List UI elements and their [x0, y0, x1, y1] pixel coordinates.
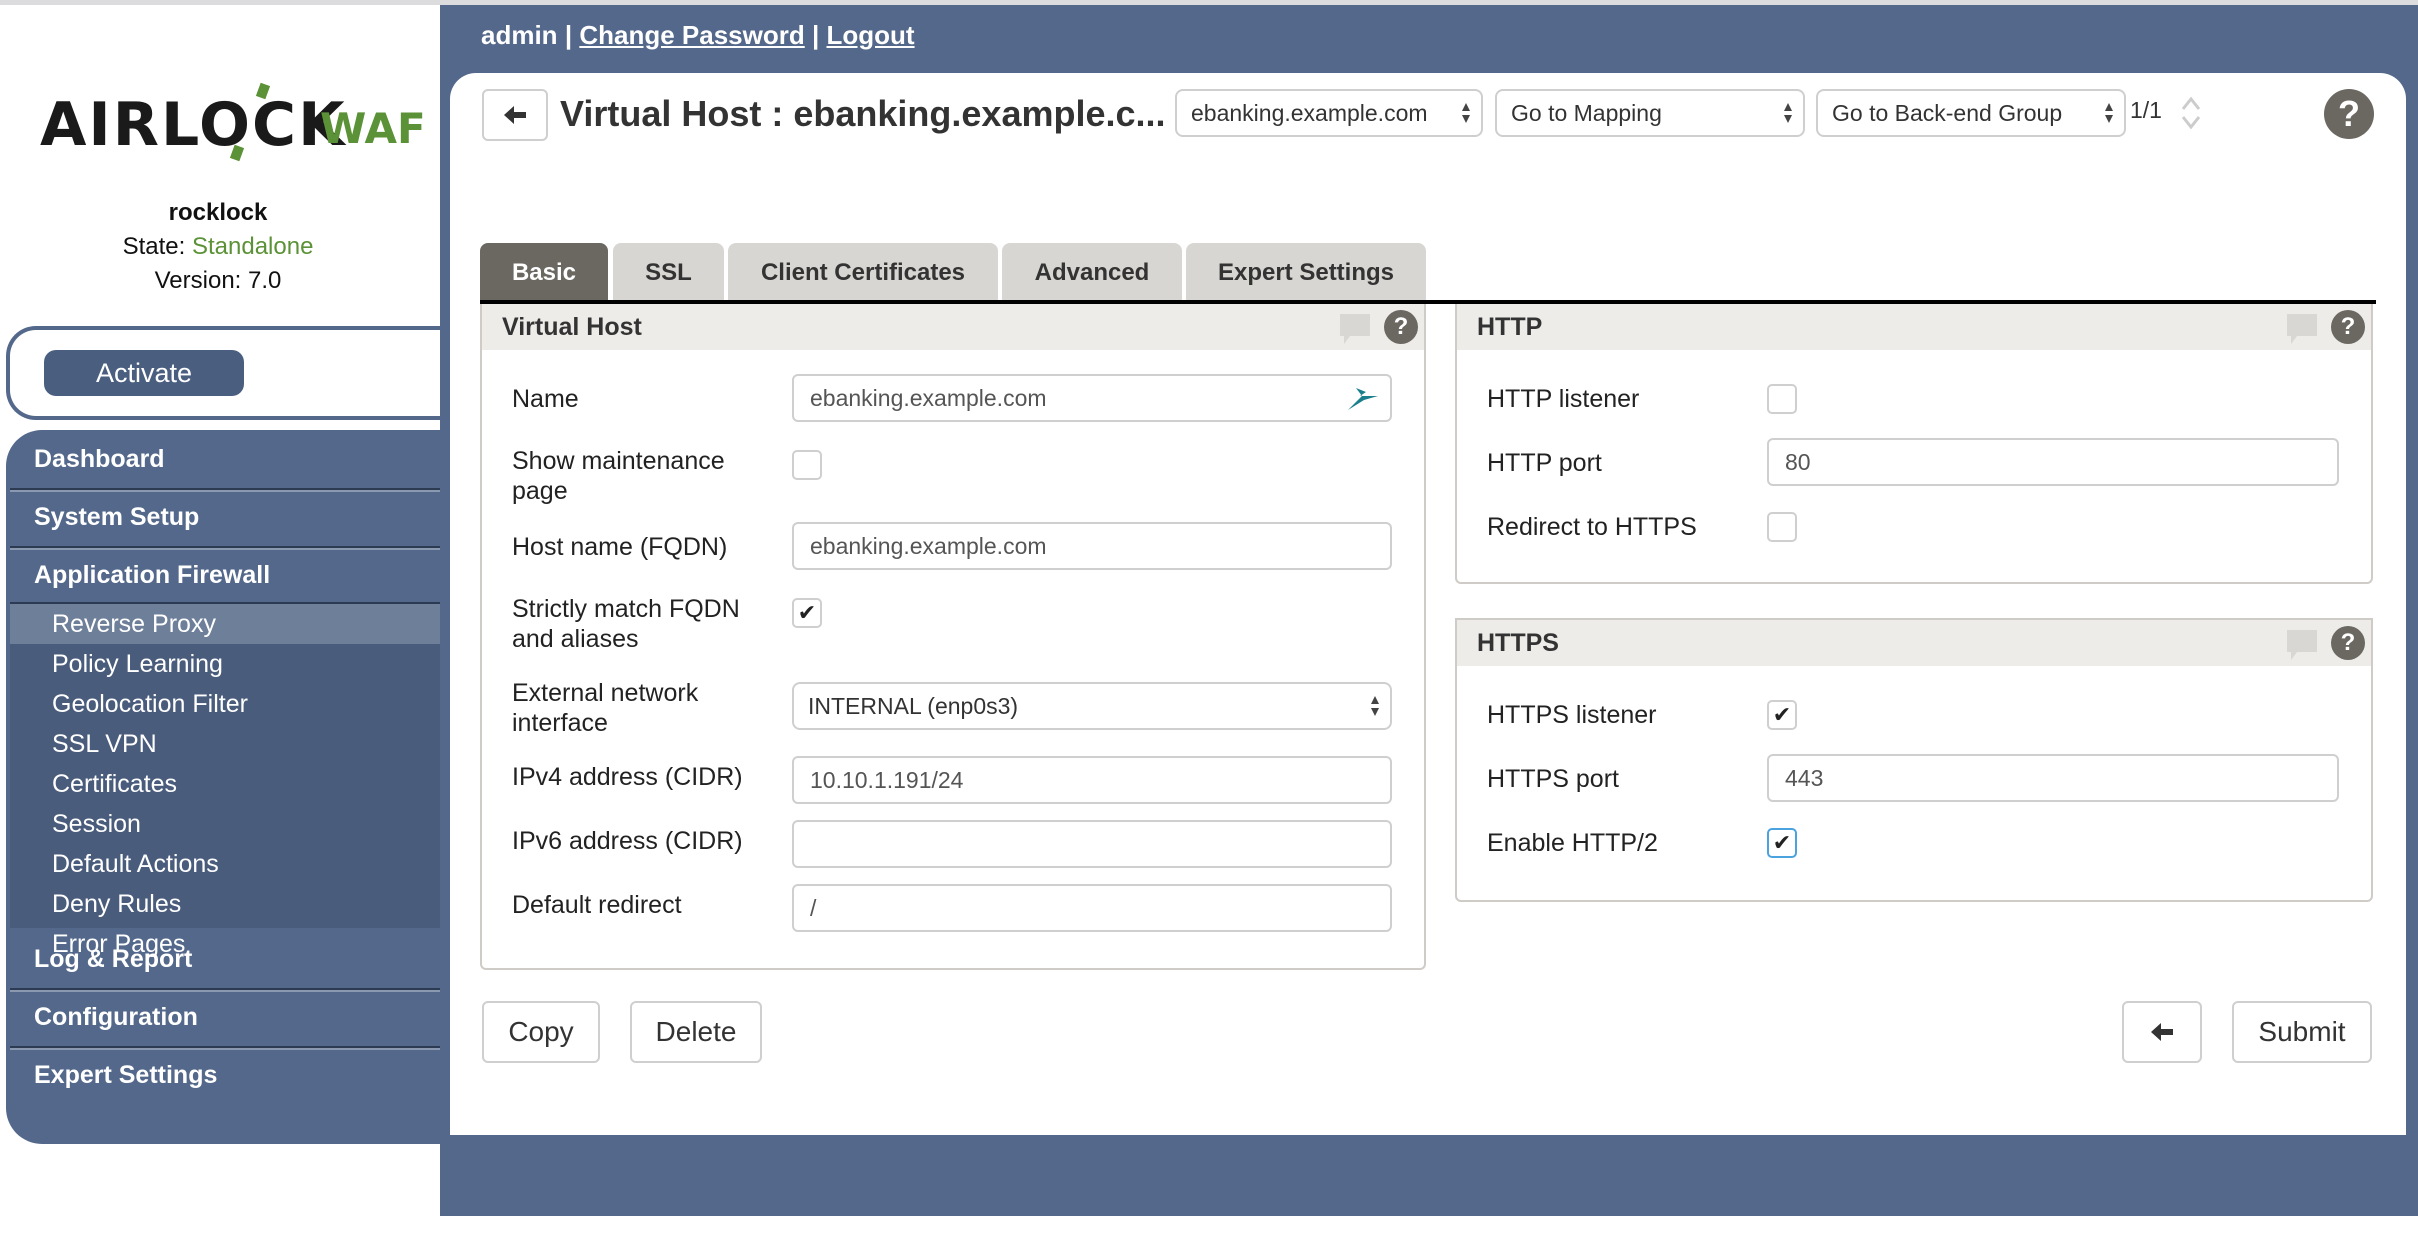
https-port-label: HTTPS port	[1487, 765, 1619, 793]
panel-header: HTTP ?	[1457, 304, 2371, 350]
system-info: rocklock State: Standalone Version: 7.0	[0, 196, 436, 298]
nav-item-certificates[interactable]: Certificates	[10, 764, 441, 804]
checkmark-icon: ✔	[1772, 702, 1792, 727]
system-state: State: Standalone	[122, 233, 314, 260]
redirect-https-checkbox[interactable]	[1767, 512, 1797, 542]
comment-icon[interactable]	[2285, 312, 2319, 346]
https-listener-label: HTTPS listener	[1487, 701, 1657, 729]
http-port-input[interactable]: 80	[1767, 438, 2339, 486]
help-icon[interactable]: ?	[2331, 310, 2365, 344]
delete-button[interactable]: Delete	[630, 1001, 762, 1063]
tab-basic[interactable]: Basic	[480, 243, 608, 303]
nav-system-setup[interactable]: System Setup	[10, 488, 441, 546]
redirect-https-label: Redirect to HTTPS	[1487, 513, 1697, 541]
nav-item-session[interactable]: Session	[10, 804, 441, 844]
go-to-mapping-select[interactable]: Go to Mapping	[1495, 89, 1805, 137]
help-icon[interactable]: ?	[2324, 89, 2374, 139]
nav-item-reverse-proxy[interactable]: Reverse Proxy	[10, 604, 441, 644]
nav-expert-settings[interactable]: Expert Settings	[10, 1046, 441, 1104]
logo-product: WAF	[320, 104, 426, 153]
help-icon[interactable]: ?	[1384, 310, 1418, 344]
name-label: Name	[512, 385, 579, 413]
https-port-input[interactable]: 443	[1767, 754, 2339, 802]
default-redirect-label: Default redirect	[512, 891, 682, 919]
logo-text: AIRLOCK	[40, 90, 347, 160]
maintenance-label: Show maintenance page	[512, 447, 725, 505]
arrow-left-icon	[504, 106, 526, 124]
airlock-waf-logo: AIRLOCK WAF	[40, 80, 426, 170]
copy-button[interactable]: Copy	[482, 1001, 600, 1063]
https-listener-checkbox[interactable]: ✔	[1767, 700, 1797, 730]
fqdn-input[interactable]: ebanking.example.com	[792, 522, 1392, 570]
state-value: Standalone	[191, 233, 314, 260]
fqdn-label: Host name (FQDN)	[512, 533, 728, 561]
select-arrows-icon	[1371, 696, 1379, 716]
panel-header: HTTPS ?	[1457, 620, 2371, 666]
nav-item-ssl-vpn[interactable]: SSL VPN	[10, 724, 441, 764]
sidebar-nav: Dashboard System Setup Application Firew…	[6, 430, 441, 1144]
http-listener-checkbox[interactable]	[1767, 384, 1797, 414]
https-panel: HTTPS ? HTTPS listener ✔ HTTPS port 443 …	[1455, 618, 2373, 902]
tab-client-certificates[interactable]: Client Certificates	[728, 243, 998, 303]
go-to-backend-group-select[interactable]: Go to Back-end Group	[1816, 89, 2126, 137]
strict-match-checkbox[interactable]: ✔	[792, 598, 822, 628]
username: admin	[481, 20, 558, 50]
comment-icon[interactable]	[2285, 628, 2319, 662]
ipv4-input[interactable]: 10.10.1.191/24	[792, 756, 1392, 804]
nav-application-firewall[interactable]: Application Firewall	[10, 546, 441, 604]
nav-item-policy-learning[interactable]: Policy Learning	[10, 644, 441, 684]
select-arrows-icon	[1462, 103, 1470, 123]
vhost-select[interactable]: ebanking.example.com	[1175, 89, 1483, 137]
ipv6-input[interactable]	[792, 820, 1392, 868]
comment-icon[interactable]	[1338, 312, 1372, 346]
submit-button[interactable]: Submit	[2232, 1001, 2372, 1063]
interface-label: External network interface	[512, 679, 699, 737]
select-arrows-icon	[1784, 103, 1792, 123]
nav-configuration[interactable]: Configuration	[10, 988, 441, 1046]
http2-label: Enable HTTP/2	[1487, 829, 1658, 857]
checkmark-icon: ✔	[797, 600, 817, 625]
checkmark-icon: ✔	[1772, 830, 1792, 855]
user-bar: admin | Change Password | Logout	[481, 20, 915, 50]
nav-item-geolocation-filter[interactable]: Geolocation Filter	[10, 684, 441, 724]
arrow-left-icon	[2151, 1023, 2173, 1041]
http-listener-label: HTTP listener	[1487, 385, 1640, 413]
pager-count: 1/1	[2130, 97, 2162, 123]
back-bottom-button[interactable]	[2122, 1001, 2202, 1063]
ipv4-label: IPv4 address (CIDR)	[512, 763, 743, 791]
page-title: Virtual Host : ebanking.example.c...	[560, 93, 1166, 134]
nav-submenu: Reverse Proxy Policy Learning Geolocatio…	[10, 604, 441, 958]
nav-dashboard[interactable]: Dashboard	[10, 430, 441, 488]
help-icon[interactable]: ?	[2331, 626, 2365, 660]
tab-ssl[interactable]: SSL	[613, 243, 724, 303]
logout-link[interactable]: Logout	[826, 20, 914, 50]
nav-log-report[interactable]: Log & Report	[10, 930, 441, 988]
pager-updown-icon[interactable]	[2180, 93, 2202, 133]
back-button[interactable]	[482, 89, 548, 141]
hostname: rocklock	[168, 199, 268, 226]
default-redirect-input[interactable]: /	[792, 884, 1392, 932]
strict-match-label: Strictly match FQDN and aliases	[512, 595, 740, 653]
nav-item-default-actions[interactable]: Default Actions	[10, 844, 441, 884]
http2-checkbox[interactable]: ✔	[1767, 828, 1797, 858]
change-password-link[interactable]: Change Password	[579, 20, 804, 50]
tab-expert-settings[interactable]: Expert Settings	[1186, 243, 1426, 303]
content-panel: Virtual Host : ebanking.example.c... eba…	[450, 73, 2406, 1135]
ipv6-label: IPv6 address (CIDR)	[512, 827, 743, 855]
version: Version: 7.0	[154, 267, 282, 294]
select-arrows-icon	[2105, 103, 2113, 123]
antelope-icon[interactable]	[1344, 384, 1380, 412]
tab-advanced[interactable]: Advanced	[1002, 243, 1182, 303]
activate-button[interactable]: Activate	[44, 350, 244, 396]
activate-panel: Activate	[6, 326, 446, 420]
maintenance-checkbox[interactable]	[792, 450, 822, 480]
http-port-label: HTTP port	[1487, 449, 1602, 477]
name-input[interactable]: ebanking.example.com	[792, 374, 1392, 422]
http-panel: HTTP ? HTTP listener HTTP port 80 Redire…	[1455, 304, 2373, 584]
nav-item-deny-rules[interactable]: Deny Rules	[10, 884, 441, 924]
virtual-host-panel: Virtual Host ? Name ebanking.example.com…	[480, 304, 1426, 970]
panel-header: Virtual Host ?	[482, 304, 1424, 350]
interface-select[interactable]: INTERNAL (enp0s3)	[792, 682, 1392, 730]
